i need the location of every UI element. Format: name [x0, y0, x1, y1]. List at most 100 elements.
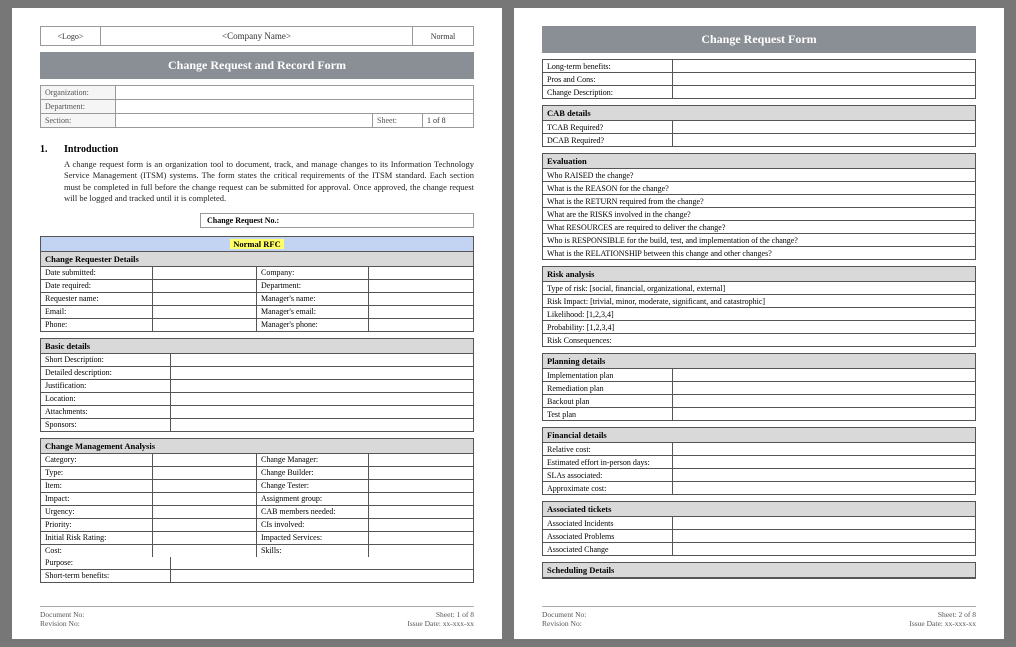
field-value[interactable] [673, 60, 975, 72]
field-value[interactable] [153, 306, 257, 318]
table-row: Email:Manager's email: [41, 306, 473, 319]
field-value[interactable] [369, 532, 473, 544]
risk-rows: Type of risk: [social, financial, organi… [543, 282, 975, 346]
field-value[interactable] [673, 121, 975, 133]
field-value[interactable] [673, 369, 975, 381]
field-value[interactable] [153, 319, 257, 331]
cab-rows: TCAB Required?DCAB Required? [543, 121, 975, 146]
field-label: Justification: [41, 380, 171, 392]
table-row: Short Description: [41, 354, 473, 367]
field-value[interactable] [673, 482, 975, 494]
field-value[interactable] [673, 456, 975, 468]
requester-rows: Date submitted:Company:Date required:Dep… [41, 267, 473, 331]
field-value[interactable] [153, 267, 257, 279]
field-value[interactable] [153, 493, 257, 505]
field-value[interactable] [171, 380, 473, 392]
field-label: Date submitted: [41, 267, 153, 279]
field-value[interactable] [673, 469, 975, 481]
field-value[interactable] [369, 454, 473, 466]
field-value[interactable] [153, 293, 257, 305]
cma-tail: Purpose:Short-term benefits: [41, 557, 473, 582]
field-label: Test plan [543, 408, 673, 420]
org-value[interactable] [116, 86, 473, 99]
field-value[interactable] [673, 517, 975, 529]
field-value[interactable] [171, 393, 473, 405]
field-value[interactable] [673, 382, 975, 394]
field-value[interactable] [673, 395, 975, 407]
field-value[interactable] [171, 406, 473, 418]
field-label: Location: [41, 393, 171, 405]
section-value[interactable] [116, 114, 373, 127]
field-label: Department: [257, 280, 369, 292]
field-value[interactable] [673, 73, 975, 85]
change-request-no-box[interactable]: Change Request No.: [200, 213, 474, 228]
rfc-header: Normal RFC [41, 237, 473, 252]
field-value[interactable] [369, 506, 473, 518]
field-value[interactable] [369, 493, 473, 505]
field-label: Change Description: [543, 86, 673, 98]
field-value[interactable] [171, 367, 473, 379]
table-row: Type of risk: [social, financial, organi… [543, 282, 975, 295]
table-row: Relative cost: [543, 443, 975, 456]
field-label: Type: [41, 467, 153, 479]
field-value[interactable] [153, 480, 257, 492]
field-value[interactable] [171, 570, 473, 582]
field-value[interactable] [673, 408, 975, 420]
table-row: Risk Consequences: [543, 334, 975, 346]
table-row: Short-term benefits: [41, 570, 473, 582]
doc-header: <Logo> <Company Name> Normal [40, 26, 474, 46]
field-label: Impacted Services: [257, 532, 369, 544]
field-value[interactable] [673, 443, 975, 455]
field-value[interactable] [153, 545, 257, 557]
field-value[interactable] [153, 532, 257, 544]
footer-doc: Document No: [40, 610, 84, 620]
assoc-table: Associated tickets Associated IncidentsA… [542, 501, 976, 556]
field-value[interactable] [171, 354, 473, 366]
field-label: CAB members needed: [257, 506, 369, 518]
field-value[interactable] [673, 530, 975, 542]
field-value[interactable] [153, 454, 257, 466]
field-label: DCAB Required? [543, 134, 673, 146]
field-value[interactable] [153, 280, 257, 292]
field-value[interactable] [369, 293, 473, 305]
field-label: Relative cost: [543, 443, 673, 455]
field-value[interactable] [673, 134, 975, 146]
table-row: Risk Impact: [trivial, minor, moderate, … [543, 295, 975, 308]
field-value[interactable] [153, 506, 257, 518]
field-value[interactable] [369, 545, 473, 557]
section-1-head: 1. Introduction [40, 144, 474, 155]
field-value[interactable] [369, 467, 473, 479]
field-label: Estimated effort in-person days: [543, 456, 673, 468]
field-value[interactable] [673, 86, 975, 98]
table-row: Associated Problems [543, 530, 975, 543]
table-row: Long-term benefits: [543, 60, 975, 73]
field-value[interactable] [171, 557, 473, 569]
field-value[interactable] [171, 419, 473, 431]
field-value[interactable] [673, 543, 975, 555]
field-value[interactable] [369, 480, 473, 492]
field-value[interactable] [369, 519, 473, 531]
footer-issue-2: Issue Date: xx-xxx-xx [909, 619, 976, 629]
dept-value[interactable] [116, 100, 473, 113]
org-info-table: Organization: Department: Section: Sheet… [40, 85, 474, 128]
cma-header: Change Management Analysis [41, 439, 473, 454]
section-1-title: Introduction [64, 144, 118, 155]
field-label: Impact: [41, 493, 153, 505]
field-label: What is the RELATIONSHIP between this ch… [543, 247, 975, 259]
table-row: Type:Change Builder: [41, 467, 473, 480]
eval-header: Evaluation [543, 154, 975, 169]
footer-rev: Revision No: [40, 619, 84, 629]
field-value[interactable] [369, 267, 473, 279]
field-value[interactable] [153, 519, 257, 531]
cma-table: Change Management Analysis Category:Chan… [40, 438, 474, 583]
fin-table: Financial details Relative cost:Estimate… [542, 427, 976, 495]
sched-header: Scheduling Details [543, 563, 975, 578]
field-value[interactable] [153, 467, 257, 479]
field-value[interactable] [369, 280, 473, 292]
field-value[interactable] [369, 319, 473, 331]
field-label: Manager's phone: [257, 319, 369, 331]
basic-rows: Short Description:Detailed description:J… [41, 354, 473, 431]
field-label: Risk Impact: [trivial, minor, moderate, … [543, 295, 975, 307]
field-value[interactable] [369, 306, 473, 318]
basic-header: Basic details [41, 339, 473, 354]
